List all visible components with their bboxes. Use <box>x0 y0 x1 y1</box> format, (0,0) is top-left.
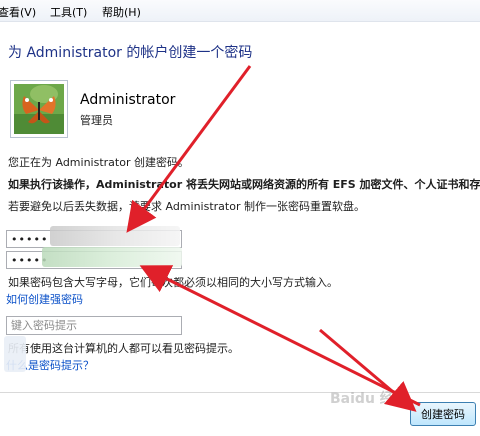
arrow-icon <box>126 65 252 233</box>
arrow-icon <box>319 328 417 412</box>
annotation-arrows <box>126 65 421 412</box>
arrow-icon <box>139 265 421 407</box>
